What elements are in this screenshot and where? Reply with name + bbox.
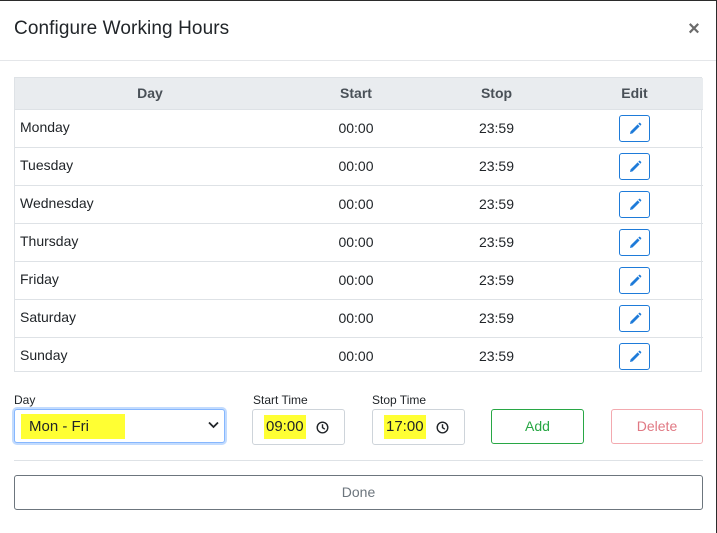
stop-cell: 23:59 bbox=[427, 109, 566, 148]
day-cell: Sunday bbox=[20, 346, 68, 363]
edit-button[interactable] bbox=[619, 152, 650, 180]
pencil-icon bbox=[630, 198, 642, 210]
edit-button[interactable] bbox=[619, 228, 650, 256]
edit-button[interactable] bbox=[619, 114, 650, 142]
divider bbox=[14, 460, 703, 461]
edit-cell bbox=[566, 147, 703, 186]
day-cell: Wednesday bbox=[15, 185, 285, 224]
table-header-row: Day Start Stop Edit bbox=[15, 78, 703, 110]
delete-button[interactable]: Delete bbox=[611, 409, 703, 444]
clock-icon[interactable] bbox=[436, 421, 449, 434]
pencil-icon bbox=[630, 312, 642, 324]
start-cell: 00:00 bbox=[285, 223, 427, 262]
start-cell: 00:00 bbox=[285, 261, 427, 300]
edit-cell bbox=[566, 261, 703, 300]
edit-button[interactable] bbox=[619, 266, 650, 294]
column-header-start: Start bbox=[285, 78, 427, 110]
edit-cell bbox=[566, 223, 703, 262]
day-select[interactable]: Mon - Fri bbox=[14, 409, 225, 443]
day-label: Day bbox=[14, 393, 36, 407]
edit-cell bbox=[566, 337, 703, 375]
edit-button[interactable] bbox=[619, 304, 650, 332]
start-cell: 00:00 bbox=[285, 147, 427, 186]
table-row: Monday 00:00 23:59 bbox=[15, 109, 703, 148]
column-header-day: Day bbox=[15, 78, 285, 110]
day-select-value: Mon - Fri bbox=[21, 414, 125, 439]
stop-time-value: 17:00 bbox=[384, 415, 426, 439]
edit-cell bbox=[566, 109, 703, 148]
table-row: Sunday 00:00 23:59 bbox=[15, 337, 703, 375]
stop-cell: 23:59 bbox=[427, 223, 566, 262]
start-time-input[interactable]: 09:00 bbox=[252, 409, 345, 445]
day-cell: Thursday bbox=[15, 223, 285, 262]
stop-cell: 23:59 bbox=[427, 261, 566, 300]
pencil-icon bbox=[630, 160, 642, 172]
day-cell: Friday bbox=[15, 261, 285, 300]
stop-cell: 23:59 bbox=[427, 147, 566, 186]
column-header-stop: Stop bbox=[427, 78, 566, 110]
edit-cell bbox=[566, 185, 703, 224]
close-button[interactable]: × bbox=[686, 19, 702, 39]
start-cell: 00:00 bbox=[285, 109, 427, 148]
table-row: Saturday 00:00 23:59 bbox=[15, 299, 703, 338]
start-cell: 00:00 bbox=[285, 185, 427, 224]
modal-title: Configure Working Hours bbox=[14, 18, 230, 39]
column-header-edit: Edit bbox=[566, 78, 703, 110]
clock-icon[interactable] bbox=[316, 421, 329, 434]
pencil-icon bbox=[630, 236, 642, 248]
day-cell: Tuesday bbox=[15, 147, 285, 186]
stop-time-input[interactable]: 17:00 bbox=[372, 409, 465, 445]
table-row: Thursday 00:00 23:59 bbox=[15, 223, 703, 262]
done-button[interactable]: Done bbox=[14, 475, 703, 510]
stop-time-label: Stop Time bbox=[372, 393, 427, 407]
working-hours-table: Day Start Stop Edit Monday 00:00 23:59 Tues… bbox=[14, 77, 703, 375]
pencil-icon bbox=[630, 122, 642, 134]
add-button[interactable]: Add bbox=[491, 409, 584, 444]
start-cell: 00:00 bbox=[338, 348, 374, 364]
working-hours-modal: Configure Working Hours × Day Start Stop… bbox=[0, 0, 717, 533]
stop-cell: 23:59 bbox=[427, 185, 566, 224]
chevron-down-icon bbox=[208, 421, 219, 429]
table-row: Tuesday 00:00 23:59 bbox=[15, 147, 703, 186]
table-row: Friday 00:00 23:59 bbox=[15, 261, 703, 300]
stop-cell: 23:59 bbox=[478, 348, 515, 364]
day-cell: Monday bbox=[15, 109, 285, 148]
edit-cell bbox=[566, 299, 703, 338]
table-row: Wednesday 00:00 23:59 bbox=[15, 185, 703, 224]
start-time-label: Start Time bbox=[253, 393, 308, 407]
day-cell: Saturday bbox=[15, 299, 285, 338]
stop-cell: 23:59 bbox=[427, 299, 566, 338]
pencil-icon bbox=[630, 274, 642, 286]
modal-header: Configure Working Hours × bbox=[0, 1, 716, 61]
start-cell: 00:00 bbox=[285, 299, 427, 338]
start-time-value: 09:00 bbox=[264, 415, 306, 439]
edit-button[interactable] bbox=[619, 190, 650, 218]
pencil-icon bbox=[630, 350, 642, 362]
edit-button[interactable] bbox=[619, 342, 650, 370]
